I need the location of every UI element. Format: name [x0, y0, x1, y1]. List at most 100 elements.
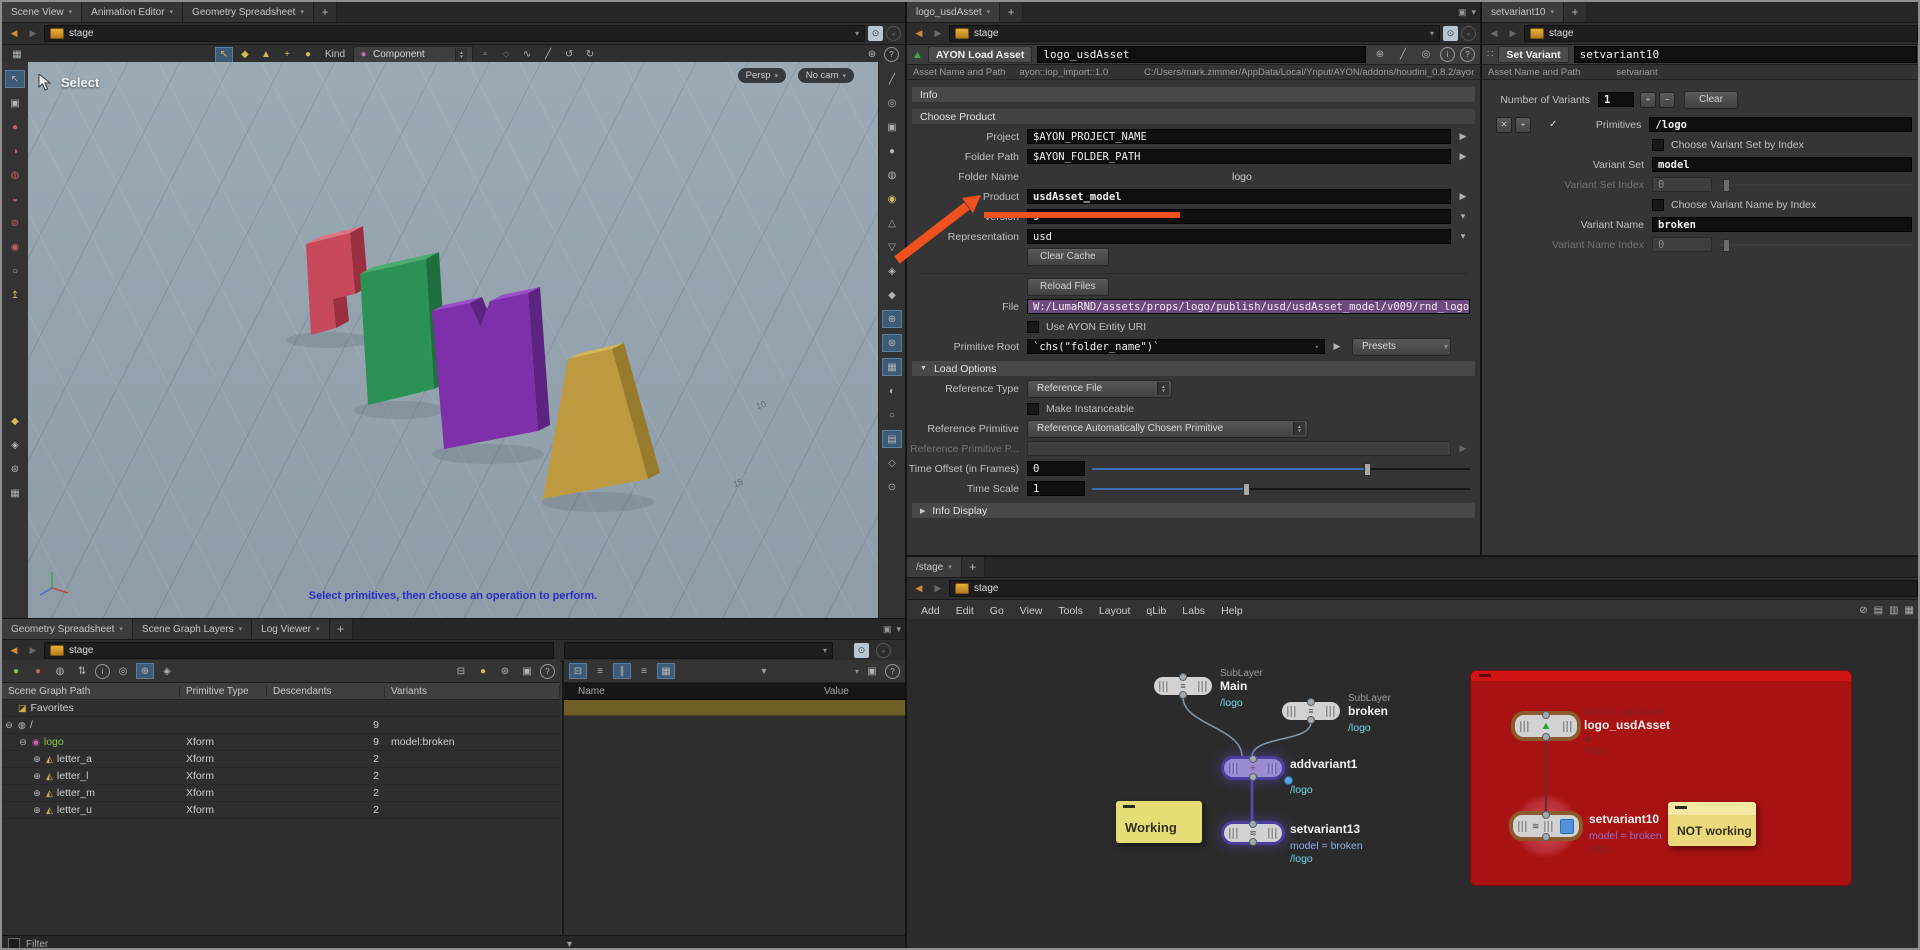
node-setvariant10[interactable]: ≋: [1513, 815, 1579, 837]
select-prims-icon[interactable]: ▲: [257, 47, 275, 63]
tab-scene-view[interactable]: Scene View▾: [2, 2, 82, 22]
section-info-display[interactable]: ▶Info Display: [912, 503, 1475, 518]
node-addvariant1[interactable]: +: [1224, 759, 1282, 777]
normals-icon[interactable]: ▽: [882, 238, 902, 256]
menu-qlib[interactable]: qLib: [1138, 605, 1174, 617]
lasso-select-icon[interactable]: ◌: [497, 47, 515, 63]
material-filter-icon[interactable]: ●: [29, 663, 47, 679]
section-info[interactable]: Info: [912, 87, 1475, 102]
back-button[interactable]: ◀: [6, 643, 22, 658]
geometry-filter-icon[interactable]: ●: [7, 663, 25, 679]
tab-geometry-spreadsheet[interactable]: Geometry Spreadsheet▾: [2, 619, 133, 639]
reload-files-button[interactable]: Reload Files: [1027, 278, 1109, 296]
project-input[interactable]: $AYON_PROJECT_NAME: [1027, 129, 1451, 144]
pane-maximize-icon[interactable]: ▣: [883, 624, 892, 635]
pin-icon[interactable]: ⊙: [868, 26, 883, 41]
expander-icon[interactable]: ⊖: [18, 737, 28, 748]
file-input[interactable]: W:/LumaRND/assets/props/logo/publish/usd…: [1027, 299, 1470, 314]
wireframe-icon[interactable]: △: [882, 214, 902, 232]
back-button[interactable]: ◀: [911, 26, 927, 41]
menu-labs[interactable]: Labs: [1174, 605, 1213, 617]
box-select-icon[interactable]: ▫: [476, 47, 494, 63]
time-scale-slider[interactable]: [1092, 482, 1470, 495]
menu-tools[interactable]: Tools: [1050, 605, 1091, 617]
table-row[interactable]: ⊕◭letter_u Xform2: [2, 802, 560, 819]
input-connector[interactable]: [1249, 820, 1257, 828]
move-tool-icon[interactable]: ◉: [5, 238, 25, 256]
enable-check-icon[interactable]: ✓: [1549, 119, 1557, 130]
select-mode-icon[interactable]: ↖: [215, 47, 233, 63]
input-connector[interactable]: [1542, 811, 1550, 819]
spinner-icon[interactable]: ▲▼: [455, 48, 467, 61]
delete-entry-button[interactable]: ✕: [1496, 117, 1512, 133]
tab-logo-usdasset[interactable]: logo_usdAsset▾: [907, 2, 1000, 22]
help-icon[interactable]: ?: [1460, 47, 1475, 62]
view-list-icon[interactable]: ≡: [591, 663, 609, 679]
choose-variant-name-checkbox[interactable]: [1652, 199, 1664, 211]
input-connector[interactable]: [1542, 711, 1550, 719]
time-offset-slider[interactable]: [1092, 462, 1470, 475]
representation-dropdown-icon[interactable]: ▾: [1456, 230, 1470, 244]
viewport-3d[interactable]: Select Persp▾ No cam▾ 10 15 Select primi…: [28, 62, 878, 618]
select-instances-icon[interactable]: ●: [299, 47, 317, 63]
forward-button[interactable]: ▶: [930, 26, 946, 41]
menu-go[interactable]: Go: [982, 605, 1012, 617]
help-icon[interactable]: ?: [885, 664, 900, 679]
new-tab-button[interactable]: +: [962, 557, 985, 577]
expander-icon[interactable]: ⊕: [32, 805, 42, 816]
tab-stage[interactable]: /stage▾: [907, 557, 962, 577]
snippet-icon[interactable]: ⊘: [1859, 605, 1867, 616]
tab-setvariant10[interactable]: setvariant10▾: [1482, 2, 1564, 22]
expander-icon[interactable]: ⊖: [4, 720, 14, 731]
follow-selection-icon[interactable]: ⊕: [136, 663, 154, 679]
sticky-note-not-working[interactable]: NOT working: [1668, 802, 1756, 846]
collapse-icon[interactable]: [1675, 806, 1687, 809]
choose-variant-set-checkbox[interactable]: [1652, 139, 1664, 151]
view-tree-icon[interactable]: ⊟: [569, 663, 587, 679]
flipbook-icon[interactable]: ⊛: [882, 334, 902, 352]
brush-icon[interactable]: ╱: [1394, 47, 1412, 63]
section-choose-product[interactable]: Choose Product: [912, 109, 1475, 124]
tab-animation-editor[interactable]: Animation Editor▾: [82, 2, 183, 22]
gear-icon[interactable]: ⊛: [863, 47, 881, 63]
chevron-down-icon[interactable]: ▾: [1315, 343, 1319, 351]
reference-primitive-dropdown[interactable]: Reference Automatically Chosen Primitive…: [1027, 420, 1308, 438]
search-icon[interactable]: ◎: [114, 663, 132, 679]
menu-help[interactable]: Help: [1213, 605, 1251, 617]
tab-geometry-spreadsheet-top[interactable]: Geometry Spreadsheet▾: [183, 2, 314, 22]
chevron-down-icon[interactable]: ▾: [1430, 29, 1434, 38]
redo-select-icon[interactable]: ↻: [581, 47, 599, 63]
tab-log-viewer[interactable]: Log Viewer▾: [252, 619, 329, 639]
back-button[interactable]: ◀: [6, 26, 22, 41]
group-box-titlebar[interactable]: [1471, 671, 1851, 681]
no-cam-button[interactable]: No cam▾: [798, 68, 854, 83]
lock-camera-icon[interactable]: ▣: [882, 118, 902, 136]
table-row[interactable]: ⊖◉logo Xform9model:broken: [2, 734, 560, 751]
laser-select-icon[interactable]: ╱: [539, 47, 557, 63]
tags-icon[interactable]: ◈: [158, 663, 176, 679]
snapshot-icon[interactable]: ⊕: [882, 310, 902, 328]
pin-icon[interactable]: ⊙: [1443, 26, 1458, 41]
node-sublayer-broken[interactable]: ≡: [1282, 702, 1340, 720]
network-path-field[interactable]: stage: [949, 580, 1918, 597]
expander-icon[interactable]: ⊕: [32, 788, 42, 799]
funnel-icon[interactable]: ▼: [565, 939, 574, 949]
expand-param-icon[interactable]: ▶: [1456, 150, 1470, 164]
light-icon[interactable]: ●: [882, 142, 902, 160]
info-icon[interactable]: i: [1440, 47, 1455, 62]
help-icon[interactable]: ?: [540, 664, 555, 679]
input-connector[interactable]: [1307, 698, 1315, 706]
menu-layout[interactable]: Layout: [1091, 605, 1139, 617]
turntable-icon[interactable]: ◐: [882, 382, 902, 400]
menu-edit[interactable]: Edit: [948, 605, 982, 617]
view-tool-icon[interactable]: ▦: [5, 484, 25, 502]
grid-menu-icon[interactable]: ▦: [8, 47, 26, 63]
funnel-icon[interactable]: ▼: [679, 666, 849, 676]
link-icon[interactable]: ◦: [886, 26, 901, 41]
expand-param-icon[interactable]: ▶: [1456, 190, 1470, 204]
back-button[interactable]: ◀: [1486, 26, 1502, 41]
clear-cache-button[interactable]: Clear Cache: [1027, 248, 1109, 266]
pane-maximize-icon[interactable]: ▣: [1458, 7, 1467, 18]
view-grid-icon[interactable]: ▦: [657, 663, 675, 679]
input-connector[interactable]: [1249, 755, 1257, 763]
